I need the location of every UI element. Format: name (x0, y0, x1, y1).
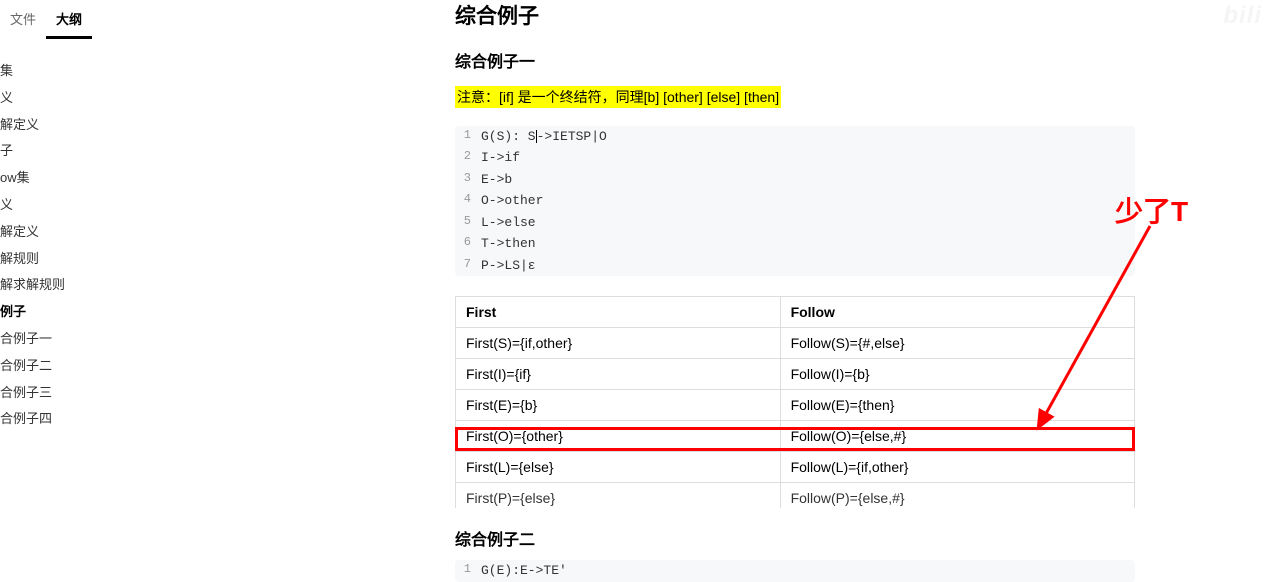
outline-item[interactable]: 解定义 (0, 219, 145, 246)
code-block-1[interactable]: 1G(S): S->IETSP|O2I->if3E->b4O->other5L-… (455, 126, 1135, 276)
cell-follow: Follow(S)={#,else} (780, 328, 1134, 359)
watermark-text: bili (1223, 2, 1262, 30)
code-text: O->other (481, 190, 1135, 211)
outline-item[interactable]: 集 (0, 58, 145, 85)
note-highlight: 注意：[if] 是一个终结符，同理[b] [other] [else] [the… (455, 86, 781, 108)
outline-item[interactable]: ow集 (0, 165, 145, 192)
outline-item[interactable]: 合例子四 (0, 406, 145, 433)
cell-first: First(L)={else} (456, 452, 781, 483)
table-row: First(P)={else}Follow(P)={else,#} (456, 483, 1135, 509)
cell-first: First(I)={if} (456, 359, 781, 390)
code-text: P->LS|ε (481, 255, 1135, 276)
cell-first: First(S)={if,other} (456, 328, 781, 359)
line-number: 2 (455, 147, 481, 168)
tab-outline[interactable]: 大纲 (46, 5, 92, 39)
cell-follow: Follow(I)={b} (780, 359, 1134, 390)
cell-first: First(E)={b} (456, 390, 781, 421)
line-number: 7 (455, 255, 481, 276)
outline-item[interactable]: 义 (0, 192, 145, 219)
code-text: E->b (481, 169, 1135, 190)
outline-list: 集义解定义子ow集义解定义解规则解求解规则例子合例子一合例子二合例子三合例子四 (0, 48, 145, 433)
code-text: I->if (481, 147, 1135, 168)
outline-item[interactable]: 例子 (0, 299, 145, 326)
line-number: 3 (455, 169, 481, 190)
code-text: T->then (481, 233, 1135, 254)
outline-item[interactable]: 义 (0, 85, 145, 112)
outline-item[interactable]: 子 (0, 138, 145, 165)
cell-follow: Follow(E)={then} (780, 390, 1134, 421)
line-number: 5 (455, 212, 481, 233)
line-number: 6 (455, 233, 481, 254)
cell-follow: Follow(P)={else,#} (780, 483, 1134, 509)
table-row: First(L)={else}Follow(L)={if,other} (456, 452, 1135, 483)
code-block-2[interactable]: 1 G(E):E->TE' (455, 560, 1135, 581)
cell-follow: Follow(L)={if,other} (780, 452, 1134, 483)
cell-follow: Follow(O)={else,#} (780, 421, 1134, 452)
outline-item[interactable]: 解求解规则 (0, 272, 145, 299)
annotation-text: 少了T (1115, 190, 1188, 230)
code-text: G(S): S->IETSP|O (481, 126, 1135, 147)
main-title: 综合例子 (455, 0, 1135, 30)
line-number: 1 (455, 126, 481, 147)
th-follow: Follow (780, 297, 1134, 328)
code-text: L->else (481, 212, 1135, 233)
first-follow-table: First Follow First(S)={if,other}Follow(S… (455, 296, 1135, 508)
line-number: 1 (455, 560, 481, 581)
main-content: 综合例子 综合例子一 注意：[if] 是一个终结符，同理[b] [other] … (455, 0, 1135, 582)
cell-first: First(O)={other} (456, 421, 781, 452)
th-first: First (456, 297, 781, 328)
table-row: First(S)={if,other}Follow(S)={#,else} (456, 328, 1135, 359)
sub-title-1: 综合例子一 (455, 48, 1135, 72)
sub-title-2: 综合例子二 (455, 526, 1135, 550)
outline-item[interactable]: 合例子一 (0, 326, 145, 353)
table-row: First(E)={b}Follow(E)={then} (456, 390, 1135, 421)
tab-file[interactable]: 文件 (0, 5, 46, 39)
cell-first: First(P)={else} (456, 483, 781, 509)
outline-item[interactable]: 解规则 (0, 246, 145, 273)
table-row: First(I)={if}Follow(I)={b} (456, 359, 1135, 390)
table-row: First(O)={other}Follow(O)={else,#} (456, 421, 1135, 452)
line-number: 4 (455, 190, 481, 211)
sidebar-tabs: 文件 大纲 (0, 5, 145, 48)
outline-item[interactable]: 合例子二 (0, 353, 145, 380)
outline-item[interactable]: 合例子三 (0, 380, 145, 407)
outline-item[interactable]: 解定义 (0, 112, 145, 139)
code-text: G(E):E->TE' (481, 560, 1135, 581)
sidebar: 文件 大纲 集义解定义子ow集义解定义解规则解求解规则例子合例子一合例子二合例子… (0, 0, 145, 502)
